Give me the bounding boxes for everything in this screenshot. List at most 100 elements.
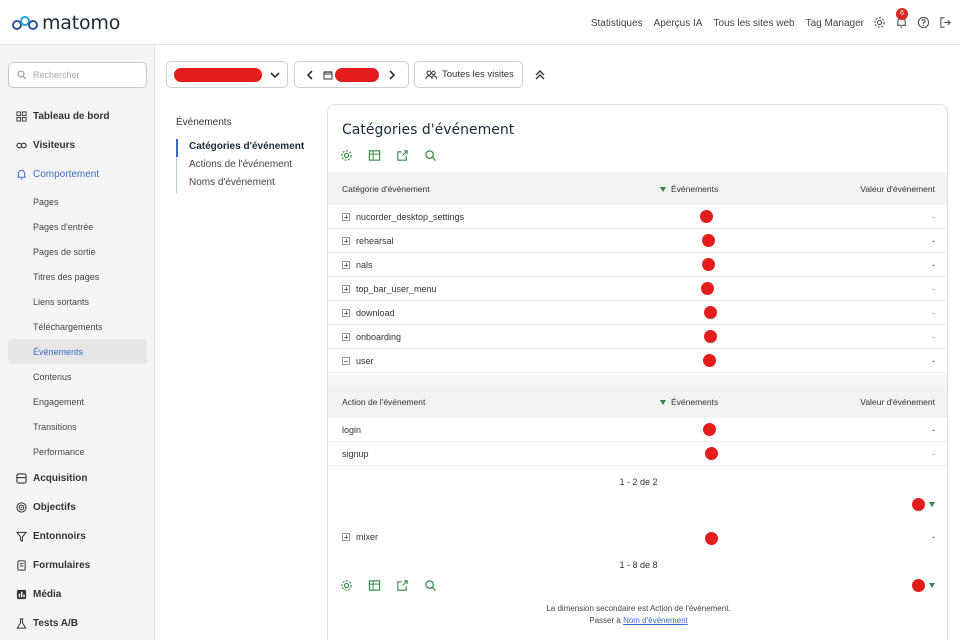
- limit-dropdown-icon[interactable]: [929, 583, 935, 588]
- sidebar-item-label: Média: [33, 589, 62, 600]
- report-submenu: Événements Catégories d'événement Action…: [176, 117, 316, 193]
- nav-apercus-ia[interactable]: Aperçus IA: [654, 18, 703, 29]
- column-header-events[interactable]: Événements: [660, 397, 718, 407]
- row-value: -: [932, 532, 935, 542]
- footnote-switch: Passer à Nom d'événement: [328, 615, 947, 627]
- table-row-expanded[interactable]: user -: [328, 349, 947, 373]
- expand-icon[interactable]: [342, 333, 350, 341]
- dashboard-icon: [16, 111, 27, 122]
- report-card: Catégories d'événement Catégorie d'événe…: [327, 104, 948, 640]
- sidebar-subitem-titres-pages[interactable]: Titres des pages: [8, 264, 147, 289]
- column-header-category[interactable]: Catégorie d'événement: [342, 184, 430, 194]
- nav-statistiques[interactable]: Statistiques: [591, 18, 643, 29]
- logout-icon[interactable]: [939, 16, 952, 29]
- table-row[interactable]: onboarding -: [328, 325, 947, 349]
- calendar-icon[interactable]: [323, 70, 333, 80]
- search-icon[interactable]: [424, 579, 437, 592]
- sidebar-item-tests-ab[interactable]: Tests A/B: [8, 609, 147, 638]
- sidebar-item-acquisition[interactable]: Acquisition: [8, 464, 147, 493]
- expand-icon[interactable]: [342, 309, 350, 317]
- previous-period-icon[interactable]: [306, 69, 314, 80]
- table-row[interactable]: download -: [328, 301, 947, 325]
- sidebar-subitem-engagement[interactable]: Engagement: [8, 389, 147, 414]
- expand-icon[interactable]: [342, 261, 350, 269]
- sidebar-subitem-pages-entree[interactable]: Pages d'entrée: [8, 214, 147, 239]
- target-icon: [16, 502, 27, 513]
- matomo-logo[interactable]: matomo: [12, 12, 120, 34]
- sidebar-item-comportement[interactable]: Comportement: [8, 160, 147, 189]
- sidebar-item-objectifs[interactable]: Objectifs: [8, 493, 147, 522]
- search-input[interactable]: [33, 70, 133, 80]
- settings-icon[interactable]: [340, 579, 353, 592]
- subtable-pagination: 1 - 2 de 2: [619, 477, 658, 487]
- footnote-line: La dimension secondaire est Action de l'…: [546, 604, 731, 613]
- sidebar-item-entonnoirs[interactable]: Entonnoirs: [8, 522, 147, 551]
- submenu-item-categories[interactable]: Catégories d'événement: [176, 139, 316, 157]
- expand-icon[interactable]: [342, 533, 350, 541]
- sidebar-subitem-pages[interactable]: Pages: [8, 189, 147, 214]
- table-row[interactable]: rehearsal -: [328, 229, 947, 253]
- help-icon[interactable]: [917, 16, 930, 29]
- limit-dropdown-icon[interactable]: [929, 502, 935, 507]
- top-icons: 6: [873, 8, 952, 29]
- sidebar-item-visiteurs[interactable]: Visiteurs: [8, 131, 147, 160]
- table-header: Catégorie d'événement Événements Valeur …: [328, 172, 947, 205]
- settings-icon[interactable]: [340, 149, 353, 162]
- sidebar-subitem-transitions[interactable]: Transitions: [8, 414, 147, 439]
- expand-icon[interactable]: [342, 237, 350, 245]
- sidebar-item-tableau-de-bord[interactable]: Tableau de bord: [8, 102, 147, 131]
- table-view-icon[interactable]: [368, 579, 381, 592]
- next-period-icon[interactable]: [388, 69, 396, 80]
- sidebar-subitem-performance[interactable]: Performance: [8, 439, 147, 464]
- sidebar-item-label: Comportement: [33, 169, 100, 180]
- subtable-row[interactable]: login -: [328, 418, 947, 442]
- nav-tag-manager[interactable]: Tag Manager: [806, 18, 864, 29]
- redacted-limit-control[interactable]: [912, 498, 925, 511]
- row-label: signup: [342, 449, 369, 459]
- collapse-icon[interactable]: [342, 357, 350, 365]
- sidebar-item-formulaires[interactable]: Formulaires: [8, 551, 147, 580]
- redacted-event-count: [700, 210, 713, 223]
- sidebar-subitem-contenus[interactable]: Contenus: [8, 364, 147, 389]
- site-selector[interactable]: [166, 61, 288, 88]
- redacted-limit-control[interactable]: [912, 579, 925, 592]
- gear-icon[interactable]: [873, 16, 886, 29]
- subtable-row[interactable]: signup -: [328, 442, 947, 466]
- submenu-item-noms[interactable]: Noms d'événement: [176, 175, 316, 193]
- search-icon[interactable]: [424, 149, 437, 162]
- column-header-events-label: Événements: [671, 184, 719, 194]
- subtable-header: Action de l'événement Événements Valeur …: [328, 385, 947, 418]
- redacted-event-count: [703, 423, 716, 436]
- redacted-event-count: [702, 234, 715, 247]
- redacted-event-count: [704, 306, 717, 319]
- table-row[interactable]: mixer -: [328, 525, 947, 549]
- sidebar-subitem-evenements[interactable]: Événements: [8, 339, 147, 364]
- column-header-action[interactable]: Action de l'événement: [342, 397, 425, 407]
- expand-icon[interactable]: [342, 285, 350, 293]
- segment-selector[interactable]: Toutes les visites: [414, 61, 523, 88]
- submenu-item-actions[interactable]: Actions de l'événement: [176, 157, 316, 175]
- sidebar-subitem-pages-sortie[interactable]: Pages de sortie: [8, 239, 147, 264]
- sidebar-nav: Tableau de bord Visiteurs Comportement P…: [8, 102, 147, 638]
- switch-dimension-link[interactable]: Nom d'événement: [623, 616, 688, 625]
- search-box[interactable]: [8, 62, 147, 88]
- collapse-controls-icon[interactable]: [535, 69, 545, 81]
- notifications-button[interactable]: 6: [895, 8, 908, 29]
- nav-all-websites[interactable]: Tous les sites web: [713, 18, 794, 29]
- table-row[interactable]: nals -: [328, 253, 947, 277]
- sidebar-subitem-telechargements[interactable]: Téléchargements: [8, 314, 147, 339]
- column-header-value[interactable]: Valeur d'événement: [860, 184, 935, 194]
- funnel-icon: [16, 531, 27, 542]
- column-header-value[interactable]: Valeur d'événement: [860, 397, 935, 407]
- table-row[interactable]: nucorder_desktop_settings -: [328, 205, 947, 229]
- footnote-prefix: Passer à: [589, 616, 621, 625]
- export-icon[interactable]: [396, 149, 409, 162]
- table-row[interactable]: top_bar_user_menu -: [328, 277, 947, 301]
- table-view-icon[interactable]: [368, 149, 381, 162]
- expand-icon[interactable]: [342, 213, 350, 221]
- sidebar-subitem-liens-sortants[interactable]: Liens sortants: [8, 289, 147, 314]
- sidebar-item-media[interactable]: Média: [8, 580, 147, 609]
- segment-label: Toutes les visites: [442, 69, 514, 80]
- export-icon[interactable]: [396, 579, 409, 592]
- column-header-events[interactable]: Événements: [660, 184, 718, 194]
